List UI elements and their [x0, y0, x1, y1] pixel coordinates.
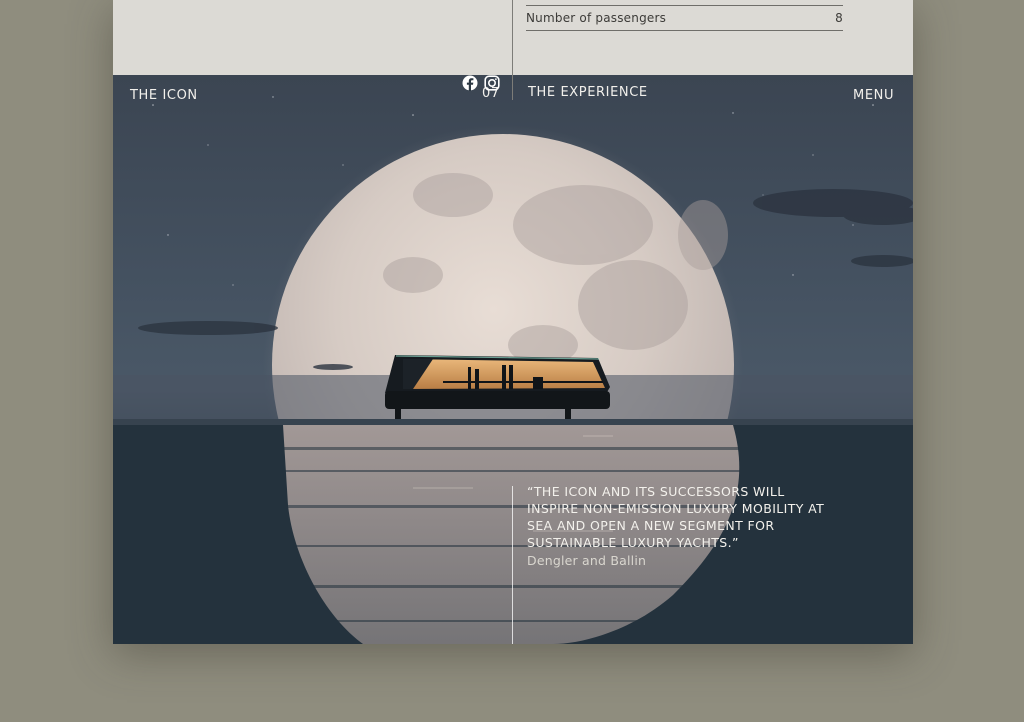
spec-label: Number of passengers: [526, 11, 667, 25]
divider-line: [512, 486, 513, 644]
section-title[interactable]: THE ICON: [130, 88, 198, 103]
spec-panel: Number of passengers 8: [113, 0, 913, 75]
spec-row-passengers: Number of passengers 8: [526, 5, 843, 31]
page-sheet: Number of passengers 8 THE ICON 07 THE E…: [113, 0, 913, 644]
moon-yacht-illustration: [113, 96, 913, 644]
quote-text: “THE ICON AND ITS SUCCESSORS WILL INSPIR…: [527, 484, 825, 550]
quote-author: Dengler and Ballin: [527, 553, 647, 568]
section-subtitle[interactable]: THE EXPERIENCE: [528, 85, 648, 100]
hero-image: THE ICON 07 THE EXPERIENCE MENU “THE ICO…: [113, 75, 913, 644]
spec-value: 8: [835, 11, 843, 25]
facebook-icon[interactable]: [462, 75, 478, 91]
divider-line-top: [512, 0, 513, 100]
instagram-icon[interactable]: [484, 75, 500, 91]
menu-button[interactable]: MENU: [853, 88, 894, 103]
